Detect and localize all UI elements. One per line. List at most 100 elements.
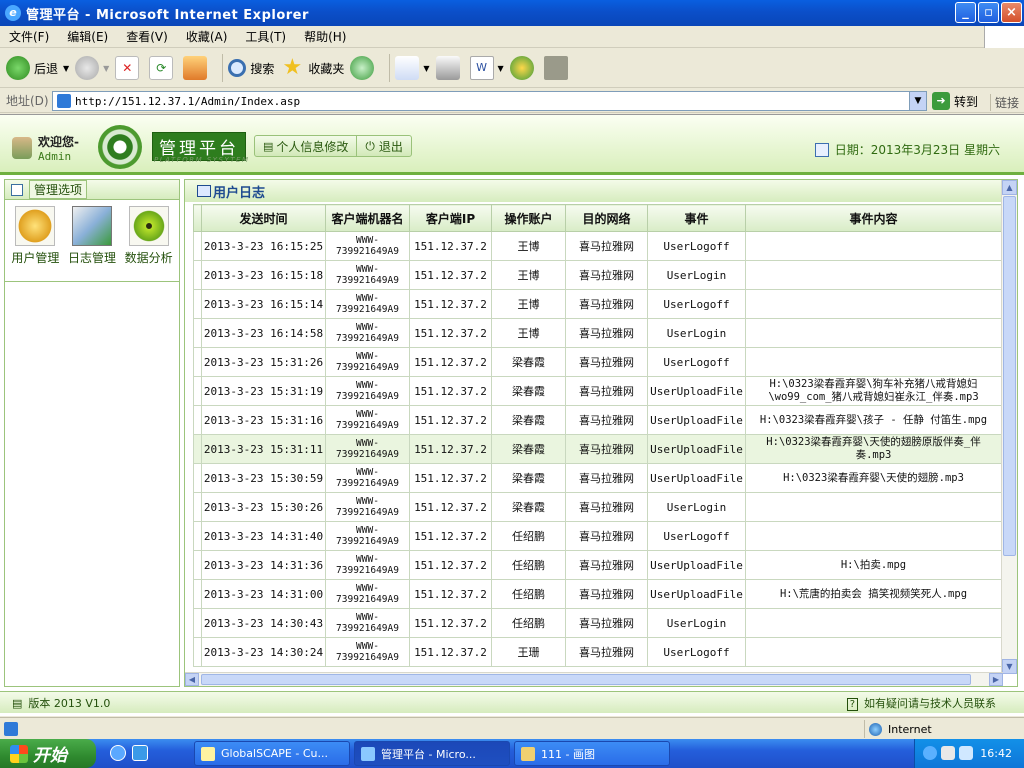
maximize-button[interactable]: ▫ (978, 2, 999, 23)
table-row[interactable]: 2013-3-23 14:31:40 WWW-739921649A9 151.12.… (193, 521, 1001, 551)
menu-view[interactable]: 查看(V) (117, 28, 177, 45)
cell-network: 喜马拉雅网 (565, 579, 648, 609)
back-dropdown-icon[interactable]: ▼ (63, 64, 69, 73)
back-button[interactable]: 后退 ▼ (6, 52, 69, 84)
links-button[interactable]: 链接 (990, 94, 1019, 111)
go-button[interactable]: ➜ 转到 (932, 92, 978, 110)
cell-content (745, 492, 1001, 522)
menu-tools[interactable]: 工具(T) (236, 28, 295, 45)
menu-favorites[interactable]: 收藏(A) (177, 28, 237, 45)
forward-dropdown-icon[interactable]: ▼ (103, 64, 109, 73)
menu-help[interactable]: 帮助(H) (295, 28, 355, 45)
cell-user: 梁春霞 (491, 463, 566, 493)
search-icon (228, 59, 247, 77)
sidebar-item-user-management[interactable]: 用户管理 (7, 206, 64, 281)
radiation-icon (128, 206, 169, 246)
tray-arrow-icon[interactable] (923, 746, 937, 760)
column-header-time[interactable]: 发送时间 (201, 204, 326, 232)
windows-flag-icon (10, 744, 28, 763)
table-row[interactable]: 2013-3-23 16:15:18 WWW-739921649A9 151.12.… (193, 260, 1001, 290)
column-header-content[interactable]: 事件内容 (745, 204, 1001, 232)
table-row[interactable]: 2013-3-23 15:31:16 WWW-739921649A9 151.12.… (193, 405, 1001, 435)
table-row[interactable]: 2013-3-23 15:31:26 WWW-739921649A9 151.12.… (193, 347, 1001, 377)
row-marker (193, 405, 202, 435)
mail-button[interactable]: ▼ (395, 52, 430, 84)
history-button[interactable] (350, 52, 378, 84)
table-row[interactable]: 2013-3-23 14:31:00 WWW-739921649A9 151.12.… (193, 579, 1001, 609)
table-row[interactable]: 2013-3-23 14:30:24 WWW-739921649A9 151.12.… (193, 637, 1001, 667)
table-row[interactable]: 2013-3-23 15:30:59 WWW-739921649A9 151.12.… (193, 463, 1001, 493)
table-row[interactable]: 2013-3-23 16:15:25 WWW-739921649A9 151.12.… (193, 231, 1001, 261)
scroll-thumb[interactable] (201, 674, 971, 685)
favorites-button[interactable]: ★ 收藏夹 (280, 52, 344, 84)
calendar-icon (11, 183, 23, 196)
mail-dropdown-icon[interactable]: ▼ (423, 64, 429, 73)
menu-file[interactable]: 文件(F) (0, 28, 58, 45)
messenger-button[interactable] (509, 52, 538, 84)
cell-time: 2013-3-23 14:31:40 (201, 521, 326, 551)
search-label: 搜索 (250, 61, 275, 76)
column-header-network[interactable]: 目的网络 (565, 204, 648, 232)
cell-event: UserUploadFile (647, 376, 746, 406)
column-header-ip[interactable]: 客户端IP (409, 204, 492, 232)
sidebar-item-log-management[interactable]: 日志管理 (64, 206, 121, 281)
table-row[interactable]: 2013-3-23 15:31:11 WWW-739921649A9 151.12.… (193, 434, 1001, 464)
table-row[interactable]: 2013-3-23 14:30:43 WWW-739921649A9 151.12.… (193, 608, 1001, 638)
cell-network: 喜马拉雅网 (565, 231, 648, 261)
stop-icon: ✕ (115, 56, 140, 80)
refresh-button[interactable]: ⟳ (149, 52, 177, 84)
edit-dropdown-icon[interactable]: ▼ (498, 64, 504, 73)
address-dropdown-icon[interactable]: ▼ (909, 92, 926, 110)
start-button[interactable]: 开始 (0, 739, 96, 768)
row-marker (193, 318, 202, 348)
forward-button[interactable]: ▼ (75, 52, 109, 84)
vertical-scrollbar[interactable]: ▲ ▼ (1001, 180, 1017, 674)
stop-button[interactable]: ✕ (115, 52, 143, 84)
cell-ip: 151.12.37.2 (409, 405, 492, 435)
edit-profile-button[interactable]: ▤ 个人信息修改 (255, 136, 356, 156)
cell-ip: 151.12.37.2 (409, 550, 492, 580)
minimize-button[interactable]: _ (955, 2, 976, 23)
table-row[interactable]: 2013-3-23 16:14:58 WWW-739921649A9 151.12.… (193, 318, 1001, 348)
print-button[interactable] (435, 52, 464, 84)
scroll-up-icon[interactable]: ▲ (1002, 180, 1017, 195)
column-header-event[interactable]: 事件 (647, 204, 746, 232)
search-button[interactable]: 搜索 (228, 52, 274, 84)
scroll-down-icon[interactable]: ▼ (1002, 659, 1017, 674)
cell-network: 喜马拉雅网 (565, 318, 648, 348)
window-title: 管理平台 - Microsoft Internet Explorer (26, 7, 309, 23)
task-globalscape[interactable]: GlobalSCAPE - Cu... (194, 741, 350, 766)
home-button[interactable] (183, 52, 211, 84)
scroll-thumb[interactable] (1003, 196, 1016, 556)
column-header-host[interactable]: 客户端机器名 (325, 204, 410, 232)
logout-button[interactable]: ⏻ 退出 (356, 136, 411, 156)
cell-event: UserLogoff (647, 347, 746, 377)
sidebar-title: 管理选项 (29, 180, 88, 199)
security-zone: Internet (864, 720, 1020, 738)
cell-user: 任绍鹏 (491, 579, 566, 609)
close-button[interactable]: × (1001, 2, 1022, 23)
address-input[interactable]: http://151.12.37.1/Admin/Index.asp ▼ (52, 91, 927, 111)
task-management-platform[interactable]: 管理平台 - Micro... (354, 741, 510, 766)
table-row[interactable]: 2013-3-23 14:31:36 WWW-739921649A9 151.12.… (193, 550, 1001, 580)
network-icon[interactable] (941, 746, 955, 760)
scroll-right-icon[interactable]: ▶ (989, 673, 1003, 686)
go-label: 转到 (954, 94, 979, 109)
table-row[interactable]: 2013-3-23 16:15:14 WWW-739921649A9 151.12.… (193, 289, 1001, 319)
cell-host: WWW-739921649A9 (325, 376, 410, 406)
research-button[interactable] (543, 52, 572, 84)
edit-button[interactable]: W ▼ (469, 52, 504, 84)
ie-quicklaunch-icon[interactable] (110, 745, 126, 761)
table-row[interactable]: 2013-3-23 15:31:19 WWW-739921649A9 151.12.… (193, 376, 1001, 406)
task-paint[interactable]: 111 - 画图 (514, 741, 670, 766)
table-row[interactable]: 2013-3-23 15:30:26 WWW-739921649A9 151.12.… (193, 492, 1001, 522)
window-titlebar[interactable]: e 管理平台 - Microsoft Internet Explorer _ ▫… (0, 0, 1024, 26)
menu-edit[interactable]: 编辑(E) (58, 28, 117, 45)
cell-event: UserUploadFile (647, 405, 746, 435)
scroll-left-icon[interactable]: ◀ (185, 673, 199, 686)
horizontal-scrollbar[interactable]: ◀ ▶ (185, 672, 1003, 686)
shield-icon[interactable] (959, 746, 973, 760)
column-header-user[interactable]: 操作账户 (491, 204, 566, 232)
desktop-quicklaunch-icon[interactable] (132, 745, 148, 761)
sidebar-item-data-analysis[interactable]: 数据分析 (120, 206, 177, 281)
